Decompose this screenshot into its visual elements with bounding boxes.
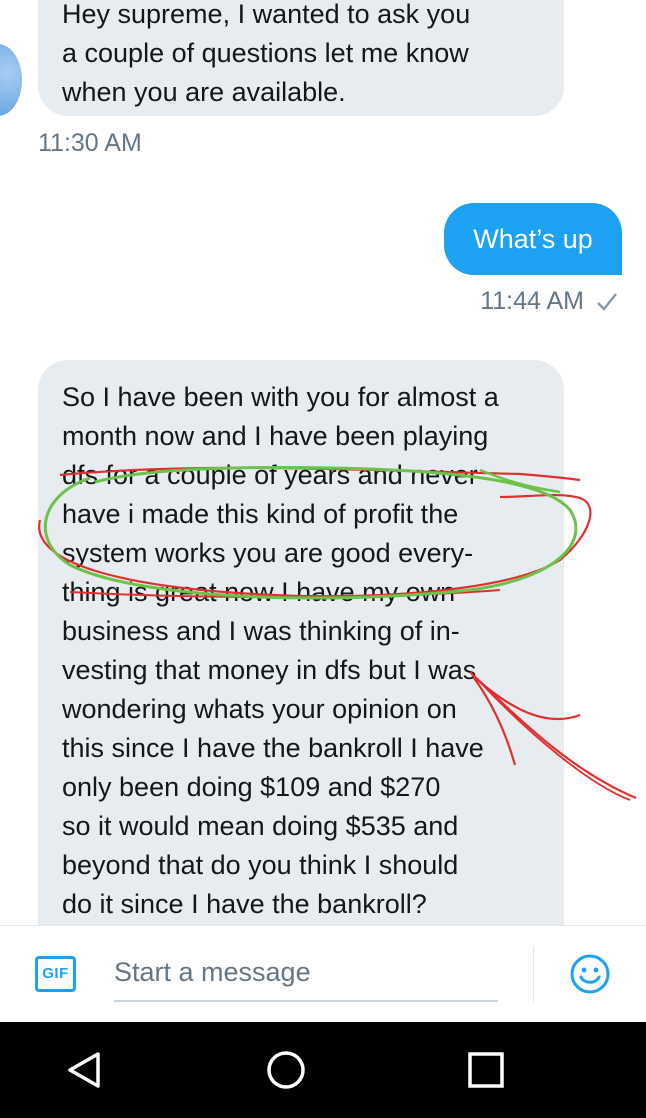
home-icon[interactable] <box>262 1046 310 1094</box>
message-line: when you are available. <box>62 77 346 107</box>
message-input[interactable] <box>114 944 498 1002</box>
gif-button[interactable]: GIF <box>35 956 76 992</box>
message-line: beyond that do you think I should <box>62 850 459 880</box>
message-line: vesting that money in dfs but I was <box>62 655 477 685</box>
message-line: wondering whats your opinion on <box>62 694 457 724</box>
message-line: thing is great now I have my own <box>62 577 456 607</box>
message-line: do it since I have the bankroll? <box>62 889 427 919</box>
message-line: a couple of questions let me know <box>62 38 469 68</box>
message-line: month now and I have been playing <box>62 421 489 451</box>
message-line: dfs for a couple of years and never <box>62 460 478 490</box>
message-line: only been doing $109 and $270 <box>62 772 441 802</box>
dm-conversation-screen: Hey supreme, I wanted to ask you a coupl… <box>0 0 646 1118</box>
avatar[interactable] <box>0 44 22 116</box>
message-timestamp: 11:30 AM <box>38 129 142 157</box>
message-line: Hey supreme, I wanted to ask you <box>62 0 471 29</box>
received-message-bubble[interactable]: So I have been with you for almost a mon… <box>38 360 564 925</box>
checkmark-icon <box>597 293 617 311</box>
back-icon[interactable] <box>62 1046 110 1094</box>
message-line: so it would mean doing $535 and <box>62 811 459 841</box>
message-line: this since I have the bankroll I have <box>62 733 484 763</box>
composer-divider <box>533 946 534 1002</box>
android-navigation-bar <box>0 1022 646 1118</box>
message-timestamp: 11:44 AM <box>480 287 584 315</box>
sent-message-bubble[interactable]: What’s up <box>444 203 622 275</box>
message-composer: GIF <box>0 925 646 1022</box>
message-line: system works you are good every- <box>62 538 474 568</box>
message-line: So I have been with you for almost a <box>62 382 499 412</box>
message-thread[interactable]: Hey supreme, I wanted to ask you a coupl… <box>0 0 646 925</box>
received-message-bubble[interactable]: Hey supreme, I wanted to ask you a coupl… <box>38 0 564 116</box>
recent-apps-icon[interactable] <box>462 1046 510 1094</box>
message-line: have i made this kind of profit the <box>62 499 459 529</box>
message-line: business and I was thinking of in- <box>62 616 460 646</box>
emoji-icon[interactable] <box>568 952 612 996</box>
